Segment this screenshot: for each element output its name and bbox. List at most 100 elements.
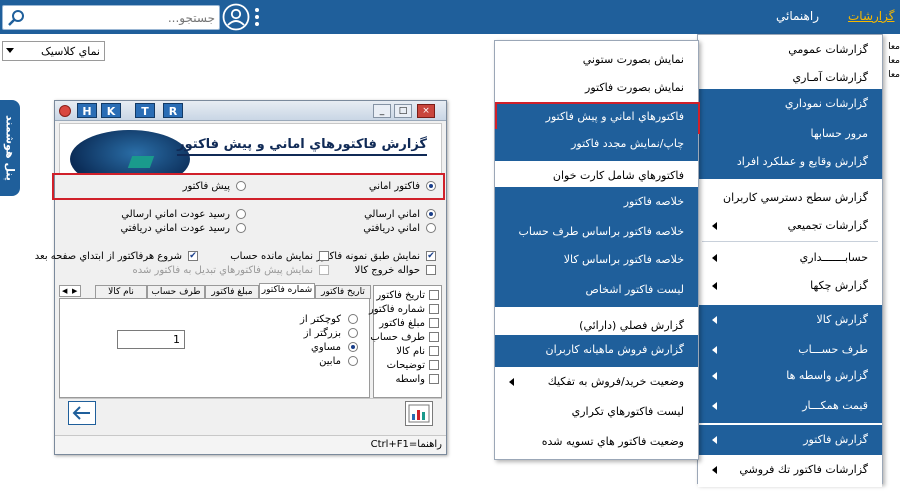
checkbox-new-page[interactable]: ✔ xyxy=(188,251,198,261)
tab-invoice-number[interactable]: شماره فاکتور xyxy=(259,283,315,299)
tab-invoice-date[interactable]: تاريخ فاكتور xyxy=(315,285,371,299)
filter-check-counterparty[interactable] xyxy=(429,332,439,342)
radio-pre-invoice[interactable] xyxy=(236,181,246,191)
radio-amani-sent[interactable] xyxy=(426,209,436,219)
radio-between[interactable] xyxy=(348,356,358,366)
user-icon[interactable] xyxy=(222,3,250,31)
title-button-h[interactable]: H xyxy=(77,103,97,118)
filter-check-intermediary[interactable] xyxy=(429,374,439,384)
dialog-title: گزارش فاکتورهاي اماني و پيش فاکتور xyxy=(177,137,427,156)
filter-check-invoice-amount[interactable] xyxy=(429,318,439,328)
radio-return-received[interactable] xyxy=(236,223,246,233)
minimize-button[interactable]: _ xyxy=(373,104,391,118)
filter-label: توضيحات xyxy=(386,360,425,371)
submenu-arrow-icon xyxy=(712,346,717,354)
radio-greater-than[interactable] xyxy=(348,328,358,338)
menu-item-intermediaries-report[interactable]: گزارش واسطه ها xyxy=(698,361,882,393)
filter-label: مبلغ فاكتور xyxy=(379,318,425,329)
dropdown-arrow-icon xyxy=(6,48,14,53)
show-report-button[interactable] xyxy=(405,401,433,426)
submenu-item-invoice-view[interactable]: نمايش بصورت فاكتور xyxy=(495,73,698,105)
tab-invoice-amount[interactable]: مبلغ فاكتور xyxy=(205,285,259,299)
submenu-item-settled-invoices[interactable]: وضعيت فاكتور هاي تسويه شده xyxy=(495,427,698,459)
title-button-t[interactable]: T xyxy=(135,103,155,118)
submenu-item-invoice-summary[interactable]: خلاصه فاكتور xyxy=(495,187,698,219)
right-edge-text: معا xyxy=(888,56,900,66)
title-button-k[interactable]: K xyxy=(101,103,121,118)
menu-item-cheque-report[interactable]: گزارش چكها xyxy=(698,271,882,303)
checkbox-show-sample-label: نمايش طبق نمونه فاکتور xyxy=(316,251,420,262)
checkbox-show-sample[interactable]: ✔ xyxy=(426,251,436,261)
radio-equal-label: مساوي xyxy=(311,342,341,353)
submenu-arrow-icon xyxy=(712,436,717,444)
menu-item-single-sale-invoices[interactable]: گزارشات فاكتور تك فروشي xyxy=(698,455,882,487)
search-input[interactable] xyxy=(31,8,215,27)
submenu-item-monthly-user-sales[interactable]: گزارش فروش ماهيانه كاربران xyxy=(495,335,698,367)
menu-item-events-report[interactable]: گزارش وقايع و عملكرد افراد xyxy=(698,147,882,179)
back-button[interactable] xyxy=(68,401,96,425)
radio-invoice-amani[interactable] xyxy=(426,181,436,191)
menu-reports[interactable]: گزارشات xyxy=(848,9,894,23)
tab-counterparty[interactable]: طرف حساب xyxy=(147,285,205,299)
radio-less-than[interactable] xyxy=(348,314,358,324)
checkbox-new-page-label: شروع هرفاكتور از ابتداي صفحه بعد xyxy=(34,251,182,262)
submenu-item-buy-sell-breakdown[interactable]: وضعيت خريد/فروش به تفكيك xyxy=(495,367,698,399)
view-mode-select[interactable]: نماي كلاسيک xyxy=(2,41,105,61)
filter-check-description[interactable] xyxy=(429,360,439,370)
menu-item-product-report[interactable]: گزارش كالا xyxy=(698,305,882,337)
more-options-icon[interactable] xyxy=(254,8,260,26)
radio-equal[interactable] xyxy=(348,342,358,352)
smart-panel-label: پنل هوشمند xyxy=(3,115,17,181)
checkbox-goods-exit[interactable] xyxy=(426,265,436,275)
submenu-item-persons-invoice-list[interactable]: ليست فاكتور اشخاص xyxy=(495,275,698,307)
radio-return-sent[interactable] xyxy=(236,209,246,219)
submenu-arrow-icon xyxy=(712,222,717,230)
menu-item-chart-reports[interactable]: گزارشات نموداري xyxy=(698,89,882,121)
menu-item-aggregate-reports[interactable]: گزارشات تجميعي xyxy=(698,211,882,243)
submenu-item-duplicate-invoices[interactable]: ليست فاكتورهاي تكراري xyxy=(495,397,698,429)
top-bar: راهنمائي گزارشات xyxy=(0,0,900,34)
app-icon xyxy=(59,105,71,117)
radio-invoice-amani-label: فاکتور اماني xyxy=(368,181,420,192)
reports-menu: گزارشات عمومي گزارشات آمـاري گزارشات نمو… xyxy=(697,34,883,487)
filter-label: تاريخ فاكتور xyxy=(376,290,425,301)
view-mode-value: نماي كلاسيک xyxy=(40,45,100,58)
filter-label: نام كالا xyxy=(396,346,425,357)
submenu-arrow-icon xyxy=(712,402,717,410)
submenu-arrow-icon xyxy=(712,372,717,380)
menu-separator xyxy=(702,241,878,242)
menu-item-invoice-report[interactable]: گزارش فاكتور xyxy=(698,425,882,457)
dialog-titlebar[interactable]: H K T R _ □ × xyxy=(55,101,446,121)
status-bar: راهنما=Ctrl+F1 xyxy=(55,435,446,454)
invoice-submenu: نمايش بصورت ستوني نمايش بصورت فاكتور فاك… xyxy=(494,40,700,460)
close-button[interactable]: × xyxy=(417,104,435,118)
maximize-button[interactable]: □ xyxy=(394,104,412,118)
radio-pre-invoice-label: پيش فاکتور xyxy=(182,181,230,192)
radio-less-than-label: کوچکتر از xyxy=(300,314,341,325)
submenu-arrow-icon xyxy=(712,282,717,290)
filter-check-invoice-date[interactable] xyxy=(429,290,439,300)
filter-check-invoice-number[interactable] xyxy=(429,304,439,314)
search-icon[interactable] xyxy=(7,9,25,27)
dialog-banner: گزارش فاکتورهاي اماني و پيش فاکتور xyxy=(59,123,442,175)
checkbox-show-balance[interactable] xyxy=(319,251,329,261)
invoice-number-input[interactable]: 1 xyxy=(117,330,185,349)
menu-help[interactable]: راهنمائي xyxy=(776,9,819,23)
submenu-item-reprint-invoice[interactable]: چاپ/نمايش مجدد فاكتور xyxy=(495,129,698,161)
search-box[interactable] xyxy=(2,5,220,30)
radio-amani-sent-label: اماني ارسالي xyxy=(364,209,420,220)
submenu-arrow-icon xyxy=(712,466,717,474)
tab-product-name[interactable]: نام كالا xyxy=(95,285,147,299)
submenu-arrow-icon xyxy=(509,378,514,386)
status-text: راهنما=Ctrl+F1 xyxy=(370,439,442,450)
submenu-arrow-icon xyxy=(712,254,717,262)
filter-check-product-name[interactable] xyxy=(429,346,439,356)
right-edge-panel: معا معا معا xyxy=(880,40,900,95)
smart-panel-tab[interactable]: پنل هوشمند xyxy=(0,100,20,196)
filter-label: شماره فاكتور xyxy=(368,304,425,315)
arrow-left-icon xyxy=(72,406,90,420)
menu-item-partner-price[interactable]: قيمت همكـــار xyxy=(698,391,882,423)
radio-amani-received[interactable] xyxy=(426,223,436,233)
submenu-item-summary-by-product[interactable]: خلاصه فاكتور براساس كالا xyxy=(495,245,698,277)
title-button-r[interactable]: R xyxy=(163,103,183,118)
